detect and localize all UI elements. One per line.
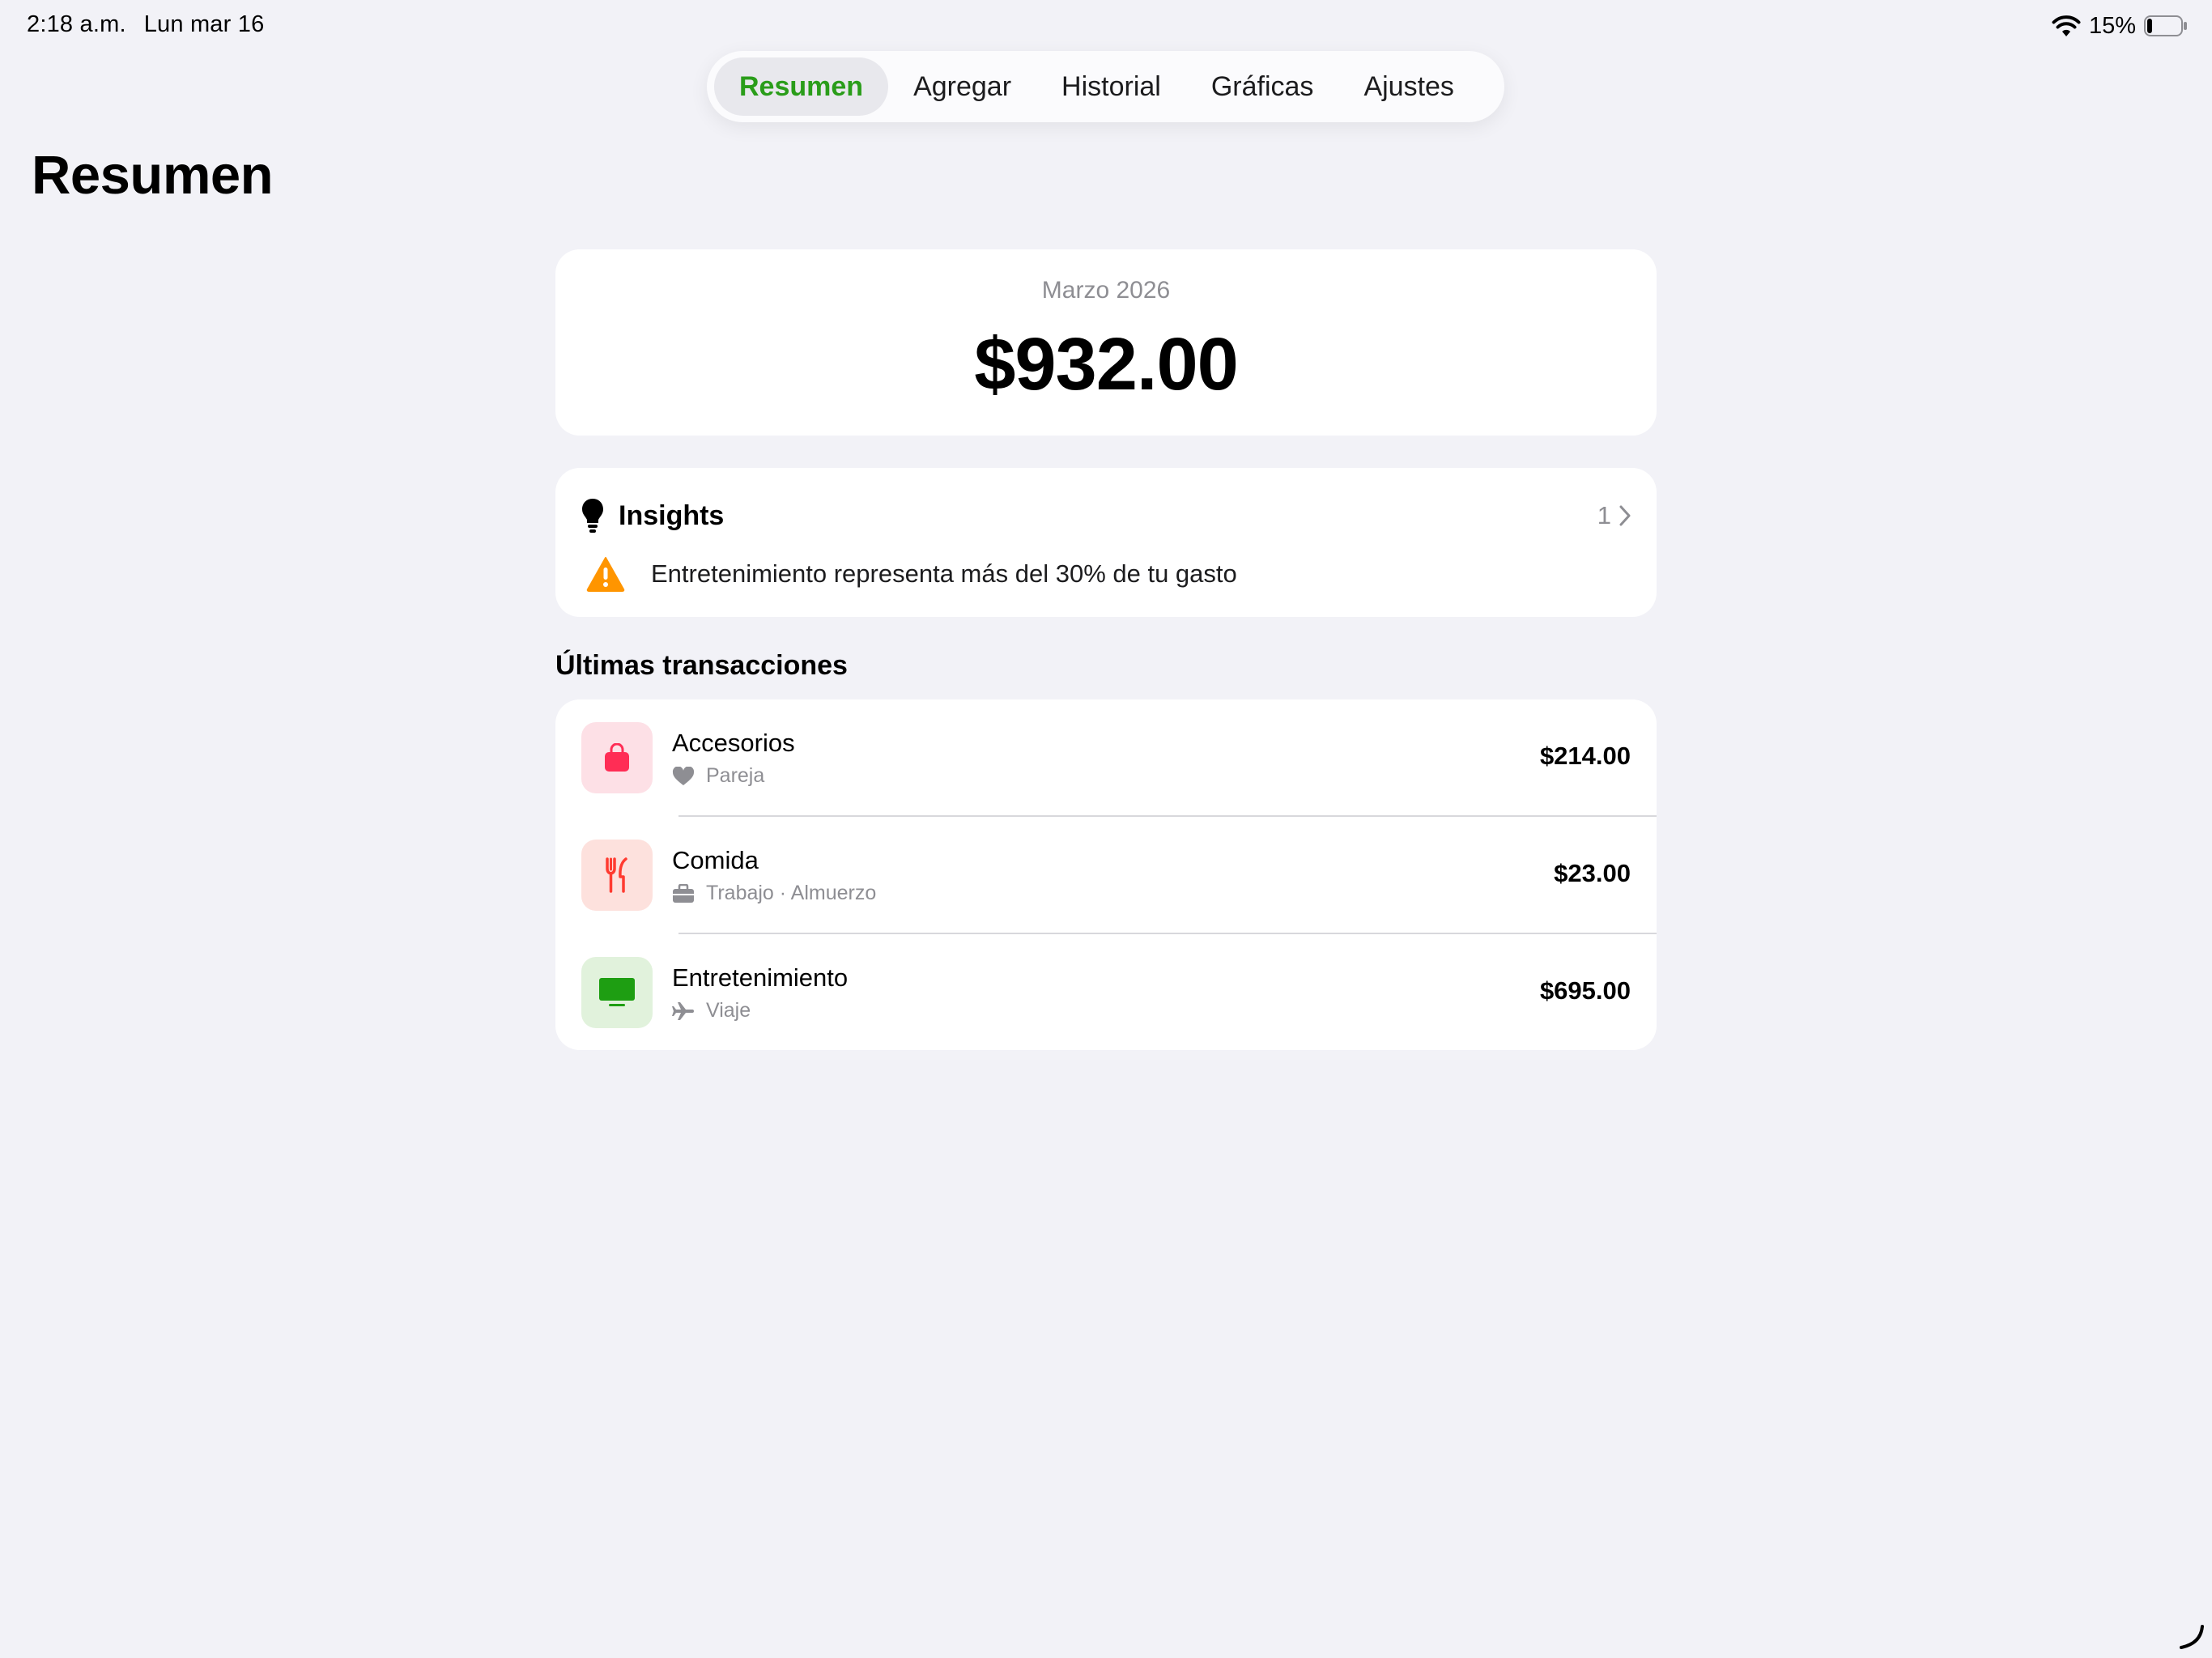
transaction-category: Comida: [672, 846, 759, 874]
insight-text: Entretenimiento representa más del 30% d…: [651, 559, 1237, 588]
summary-month: Marzo 2026: [1041, 277, 1171, 304]
transactions-list: Accesorios Pareja $214.00 Comida Trabajo…: [555, 699, 1657, 1050]
insights-card[interactable]: Insights 1 Entretenimiento representa má…: [555, 468, 1657, 617]
insights-count: 1: [1597, 501, 1611, 529]
insights-count-button[interactable]: 1: [1597, 501, 1631, 530]
transaction-detail-text: Viaje: [706, 999, 751, 1022]
status-time: 2:18 a.m.: [27, 11, 126, 37]
insights-title: Insights: [619, 500, 725, 531]
tab-resumen[interactable]: Resumen: [714, 57, 889, 116]
insights-header: Insights 1: [581, 495, 1631, 536]
battery-icon: [2144, 15, 2187, 36]
fork-knife-icon: [606, 857, 627, 893]
tab-bar: Resumen Agregar Historial Gráficas Ajust…: [707, 51, 1504, 122]
tab-graficas[interactable]: Gráficas: [1186, 57, 1339, 116]
tab-ajustes[interactable]: Ajustes: [1338, 57, 1479, 116]
warning-icon: [586, 557, 625, 592]
status-bar-left: 2:18 a.m. Lun mar 16: [27, 11, 264, 38]
battery-percent: 15%: [2088, 12, 2136, 39]
chevron-right-icon: [1619, 505, 1631, 526]
page-title: Resumen: [32, 145, 274, 206]
transaction-icon-container: [581, 957, 653, 1028]
tv-icon: [599, 978, 635, 1006]
transaction-row-comida[interactable]: Comida Trabajo · Almuerzo $23.00: [555, 817, 1657, 934]
status-date: Lun mar 16: [143, 11, 265, 37]
shopping-bag-icon: [605, 743, 629, 772]
summary-total: $932.00: [974, 323, 1239, 406]
transaction-detail: Viaje: [672, 999, 751, 1022]
transaction-category: Accesorios: [672, 729, 795, 757]
tab-historial[interactable]: Historial: [1036, 57, 1186, 116]
transaction-detail-text: Pareja: [706, 764, 765, 787]
lightbulb-icon: [582, 499, 603, 533]
transaction-icon-container: [581, 840, 653, 911]
transaction-amount: $23.00: [1554, 859, 1631, 887]
transaction-detail-text: Trabajo · Almuerzo: [706, 882, 877, 904]
insight-item[interactable]: Entretenimiento representa más del 30% d…: [586, 554, 1631, 594]
transaction-row-accesorios[interactable]: Accesorios Pareja $214.00: [555, 699, 1657, 817]
wifi-icon: [2052, 15, 2081, 36]
transaction-amount: $695.00: [1539, 976, 1631, 1005]
airplane-icon: [672, 1001, 694, 1020]
summary-card: Marzo 2026 $932.00: [555, 249, 1657, 436]
status-bar-right: 15%: [2052, 11, 2188, 40]
transaction-amount: $214.00: [1539, 742, 1631, 770]
transaction-detail: Trabajo · Almuerzo: [672, 882, 876, 905]
resize-handle-icon[interactable]: [2176, 1624, 2206, 1650]
briefcase-icon: [673, 883, 694, 903]
transaction-icon-container: [581, 722, 653, 793]
transaction-category: Entretenimiento: [672, 963, 849, 992]
heart-icon: [672, 766, 695, 785]
tab-agregar[interactable]: Agregar: [888, 57, 1036, 116]
transaction-row-entretenimiento[interactable]: Entretenimiento Viaje $695.00: [555, 934, 1657, 1050]
transactions-section-title: Últimas transacciones: [555, 650, 848, 681]
transaction-detail: Pareja: [672, 764, 764, 788]
